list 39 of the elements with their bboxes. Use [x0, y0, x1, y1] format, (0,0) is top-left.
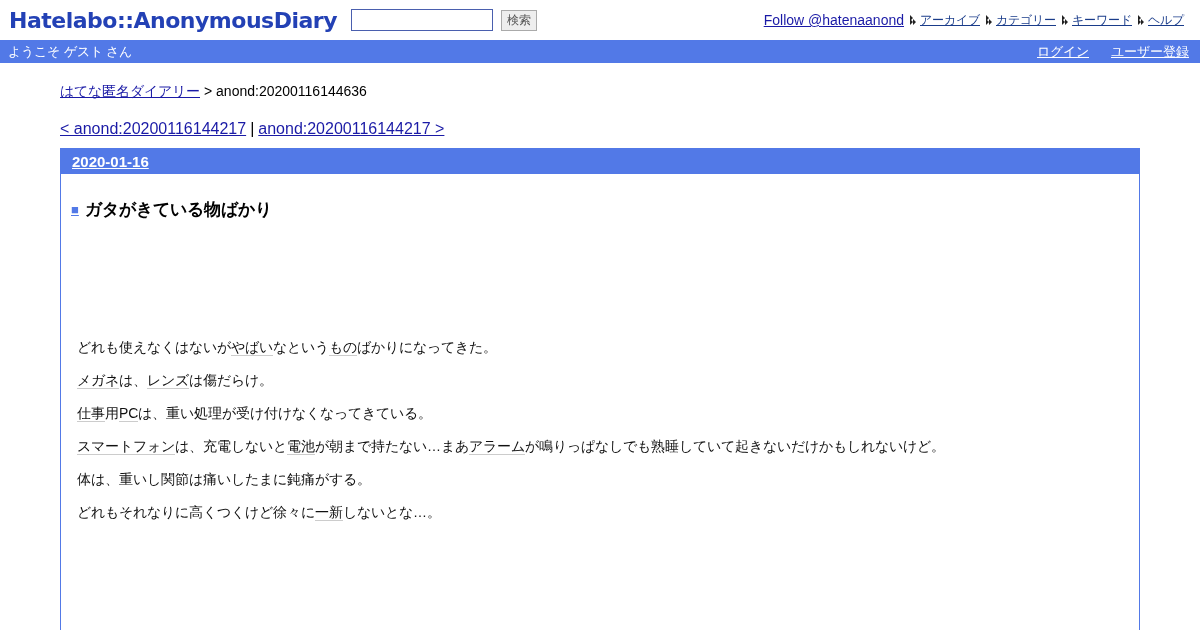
welcome-text: ようこそ ゲスト さん: [8, 42, 133, 61]
keyword-link[interactable]: 一新: [315, 504, 343, 521]
nav-link[interactable]: ヘルプ: [1148, 11, 1184, 29]
paragraph: どれも使えなくはないがやばいなという ものばかりになってきた。: [77, 338, 498, 357]
keyword-link[interactable]: 仕事: [77, 405, 105, 422]
date-link[interactable]: 2020-01-16: [72, 153, 149, 170]
arrow-icon: [1062, 15, 1068, 25]
keyword-link[interactable]: スマートフォン: [77, 438, 175, 455]
search-field[interactable]: [351, 9, 493, 31]
paragraph: スマートフォンは、充電しないと 電池が朝まで持たない…まあアラームが鳴りっぱなしでも熟睡していて起きないだけかもしれないけど。: [77, 437, 946, 456]
arrow-icon: [1138, 15, 1144, 25]
breadcrumb-link[interactable]: はてな匿名ダイアリー: [60, 83, 200, 103]
search-button[interactable]: 検索: [501, 9, 537, 31]
paragraph: 体は、重いし関節は痛いしたまに鈍痛がする。: [77, 470, 372, 489]
nav-link[interactable]: カテゴリー: [996, 11, 1056, 29]
nav-link[interactable]: アーカイブ: [920, 11, 980, 29]
account-link[interactable]: ログイン: [1037, 42, 1089, 61]
keyword-link[interactable]: やばい: [231, 339, 273, 356]
arrow-icon: [910, 15, 916, 25]
keyword-link[interactable]: レンズ: [147, 372, 189, 389]
breadcrumb-current: > anond:20200116144636: [204, 83, 367, 101]
keyword-link[interactable]: PC: [119, 405, 139, 422]
entry-title: ガタがきている物ばかり: [84, 199, 272, 221]
keyword-link[interactable]: アラーム: [469, 438, 525, 455]
site-logo[interactable]: Hatelabo::AnonymousDiary: [9, 7, 337, 33]
account-link[interactable]: ユーザー登録: [1111, 42, 1189, 61]
next-link[interactable]: anond:20200116144217 >: [258, 120, 445, 142]
paragraph: どれもそれなりに高くつくけど徐々に一新しないとな…。: [77, 503, 442, 522]
keyword-link[interactable]: メガネ: [77, 372, 119, 389]
keyword-link[interactable]: 電池: [287, 438, 315, 455]
section-link[interactable]: ■: [71, 202, 79, 217]
keyword-link[interactable]: もの: [329, 339, 357, 356]
follow-link[interactable]: Follow @hatenaanond: [763, 12, 904, 28]
paragraph: 仕事用PCは、重い処理が受け付けなくなってきている。: [77, 404, 434, 423]
previous-link[interactable]: < anond:20200116144217: [60, 120, 247, 142]
pager-separator: |: [250, 120, 255, 139]
arrow-icon: [986, 15, 992, 25]
paragraph: メガネは、レンズは傷だらけ。: [77, 371, 274, 390]
nav-link[interactable]: キーワード: [1072, 11, 1132, 29]
